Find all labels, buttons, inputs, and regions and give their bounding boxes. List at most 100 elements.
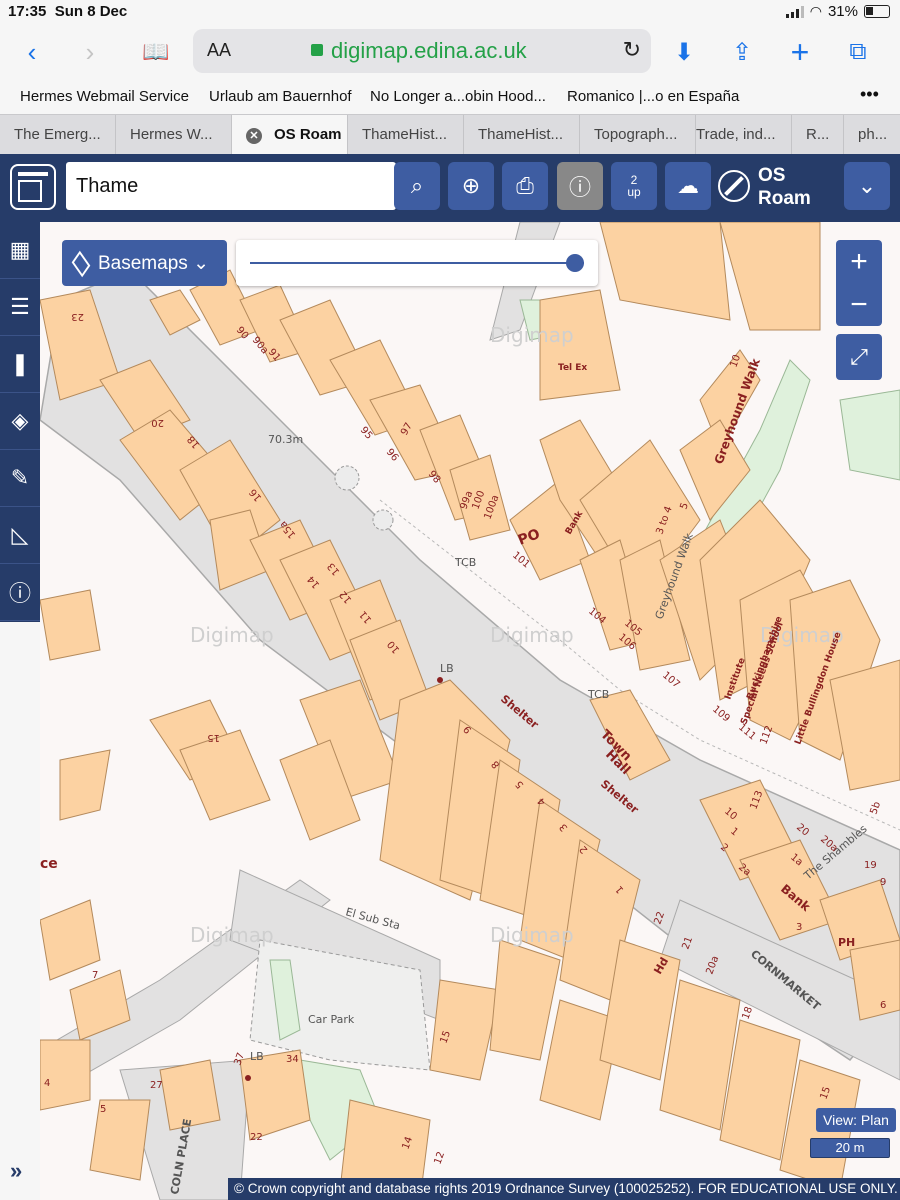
tab[interactable]: R... (792, 115, 844, 155)
address-bar[interactable]: AA digimap.edina.ac.uk ↻ (193, 29, 651, 73)
status-bar: 17:35 Sun 8 Dec ◠ 31% (0, 0, 900, 24)
svg-text:22: 22 (250, 1132, 263, 1143)
tab[interactable]: Topograph... (580, 115, 696, 155)
app-logo-icon[interactable] (10, 164, 56, 210)
book-icon[interactable]: 📖 (140, 36, 172, 68)
svg-text:7: 7 (92, 970, 98, 981)
svg-text:4: 4 (44, 1078, 50, 1089)
collapse-header-button[interactable]: ⌄ (844, 162, 890, 210)
pencil-icon: ✎ (10, 465, 30, 490)
tab-active[interactable]: ✕ OS Roam (232, 115, 348, 155)
map-icon: ▦ (9, 237, 31, 262)
url-text[interactable]: digimap.edina.ac.uk (331, 38, 527, 64)
cloud-download-icon: ☁ (677, 173, 699, 198)
svg-text:Digimap: Digimap (490, 323, 574, 347)
svg-text:5: 5 (100, 1104, 106, 1115)
locate-button[interactable]: ⊕ (448, 162, 494, 210)
svg-text:19: 19 (864, 860, 877, 871)
search-button[interactable]: ⌕ (394, 162, 440, 210)
app-title: OS Roam (758, 165, 811, 209)
layers-icon (71, 250, 91, 278)
slider-handle[interactable] (566, 254, 584, 272)
more-icon[interactable]: ••• (860, 84, 879, 105)
zoom-out-button[interactable]: − (836, 283, 882, 326)
bookmark-item[interactable]: No Longer a...obin Hood... (370, 88, 546, 105)
svg-text:Digimap: Digimap (190, 923, 274, 947)
download-icon[interactable]: ⬇ (668, 36, 700, 68)
chevron-down-icon: ⌄ (193, 253, 209, 274)
scale-bar: 20 m (810, 1138, 890, 1158)
tab[interactable]: ThameHist... (464, 115, 580, 155)
search-icon: ⌕ (410, 173, 424, 198)
svg-text:ce: ce (40, 856, 58, 872)
opacity-slider[interactable] (236, 240, 598, 286)
app-header: Thame ⌕ ⊕ ⎙ ⓘ 2 up ☁ OS Roam ⌄ (0, 154, 900, 222)
list-icon: ☰ (10, 294, 30, 319)
expand-icon: ⤢ (850, 344, 868, 369)
tab-strip: The Emerg... Hermes W... ✕ OS Roam ThameH… (0, 114, 900, 155)
tabs-icon[interactable]: ⧉ (842, 36, 874, 68)
sidebar-item-layers[interactable]: ◈ (0, 393, 40, 450)
sidebar-item-info[interactable]: ⓘ (0, 564, 40, 621)
layers-icon: ◈ (11, 408, 29, 433)
back-icon[interactable]: ‹ (16, 36, 48, 68)
status-time: 17:35 (8, 3, 47, 20)
copyright-notice: © Crown copyright and database rights 20… (228, 1178, 900, 1200)
tab[interactable]: The Emerg... (0, 115, 116, 155)
search-input[interactable]: Thame (66, 162, 396, 210)
sidebar-item-draw[interactable]: ✎ (0, 450, 40, 507)
sidebar-item-bookmark[interactable]: ❚ (0, 336, 40, 393)
wifi-icon: ◠ (809, 3, 822, 19)
reader-aa-button[interactable]: AA (207, 40, 231, 61)
download-button[interactable]: ☁ (665, 162, 711, 210)
map-drawing[interactable]: Digimap Digimap Digimap Digimap Digimap … (40, 222, 900, 1200)
basemaps-button[interactable]: Basemaps ⌄ (62, 240, 227, 286)
share-icon[interactable]: ⇪ (726, 36, 758, 68)
sidebar-item-map[interactable]: ▦ (0, 222, 40, 279)
basemaps-label: Basemaps (98, 253, 188, 274)
chevron-down-icon: ⌄ (857, 173, 877, 198)
svg-text:23: 23 (71, 311, 84, 322)
svg-text:Digimap: Digimap (490, 623, 574, 647)
sidebar-item-list[interactable]: ☰ (0, 279, 40, 336)
view-mode-label[interactable]: View: Plan (816, 1108, 896, 1132)
zoom-in-button[interactable]: + (836, 240, 882, 283)
plus-icon[interactable]: + (784, 34, 816, 70)
fullscreen-button[interactable]: ⤢ (836, 334, 882, 380)
forward-icon[interactable]: › (74, 36, 106, 68)
svg-text:9: 9 (880, 877, 886, 888)
bookmark-item[interactable]: Hermes Webmail Service (20, 88, 189, 105)
lock-icon (311, 44, 323, 56)
signal-icon (785, 5, 804, 18)
svg-text:Tel Ex: Tel Ex (558, 363, 587, 373)
bookmark-item[interactable]: Romanico |...o en España (567, 88, 739, 105)
browser-toolbar: ‹ › 📖 AA digimap.edina.ac.uk ↻ ⬇ ⇪ + ⧉ (0, 24, 900, 80)
tab[interactable]: Trade, ind... (696, 115, 792, 155)
bookmark-icon: ❚ (10, 351, 30, 376)
status-date: Sun 8 Dec (54, 3, 128, 20)
tab[interactable]: ThameHist... (348, 115, 464, 155)
info-button[interactable]: ⓘ (557, 162, 603, 210)
svg-text:15: 15 (207, 732, 220, 743)
close-tab-icon[interactable]: ✕ (246, 128, 262, 144)
tab[interactable]: Hermes W... (116, 115, 232, 155)
svg-text:TCB: TCB (587, 688, 609, 701)
battery-percent: 31% (827, 3, 858, 20)
reload-icon[interactable]: ↻ (623, 37, 641, 63)
zoom-control: + − (836, 240, 882, 326)
crosshair-icon: ⊕ (461, 173, 481, 198)
map-canvas[interactable]: Digimap Digimap Digimap Digimap Digimap … (40, 222, 900, 1200)
tab[interactable]: ph... (844, 115, 900, 155)
svg-text:Digimap: Digimap (490, 923, 574, 947)
print-button[interactable]: ⎙ (502, 162, 548, 210)
sidebar: ▦ ☰ ❚ ◈ ✎ ◺ ⓘ (0, 222, 40, 622)
svg-text:PH: PH (838, 936, 855, 949)
svg-text:27: 27 (150, 1080, 163, 1091)
bookmark-item[interactable]: Urlaub am Bauernhof (209, 88, 352, 105)
slider-track[interactable] (250, 262, 584, 264)
bookmarks-bar: Hermes Webmail Service Urlaub am Bauernh… (0, 84, 900, 112)
two-up-button[interactable]: 2 up (611, 162, 657, 210)
expand-sidebar-icon[interactable]: » (10, 1158, 22, 1184)
sidebar-item-measure[interactable]: ◺ (0, 507, 40, 564)
print-icon: ⎙ (516, 173, 534, 198)
